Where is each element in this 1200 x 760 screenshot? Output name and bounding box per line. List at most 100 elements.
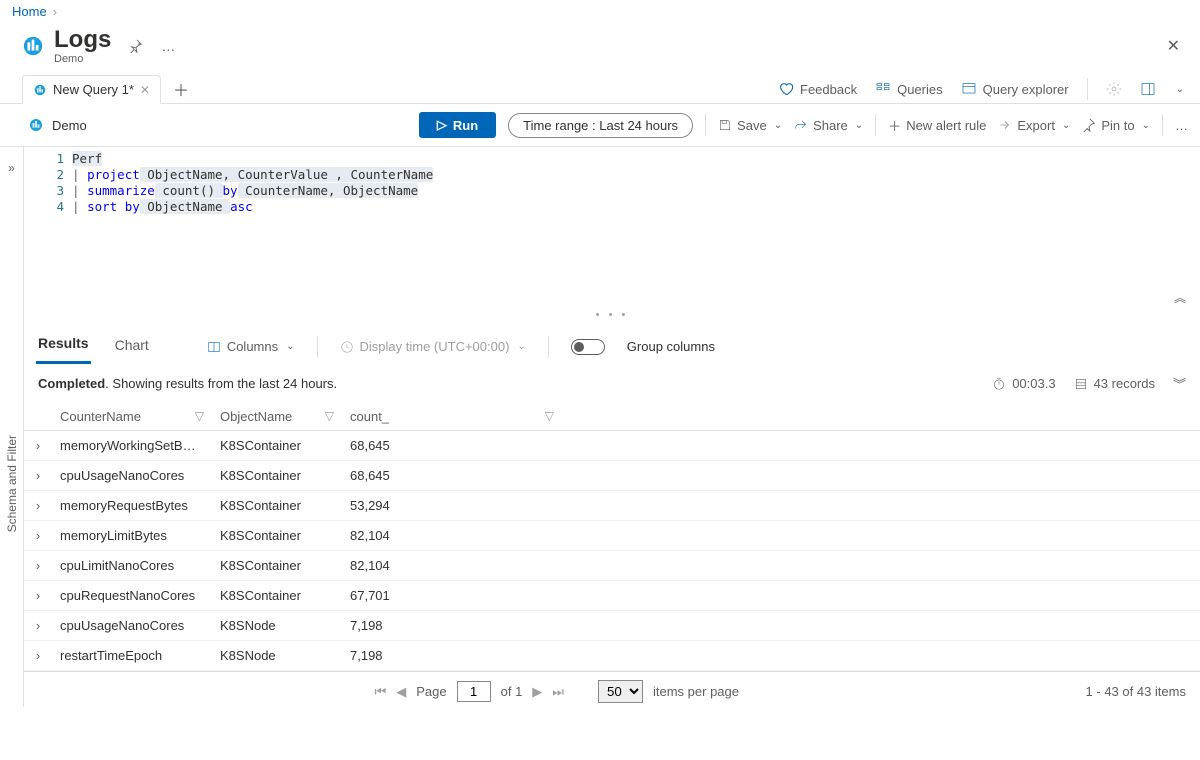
table-row[interactable]: ›restartTimeEpochK8SNode7,198: [24, 641, 1200, 671]
prev-page-button[interactable]: ◀: [396, 684, 406, 700]
add-tab-button[interactable]: ＋: [161, 77, 201, 101]
columns-icon: [207, 340, 221, 354]
table-row[interactable]: ›cpuUsageNanoCoresK8SNode7,198: [24, 611, 1200, 641]
expand-row-button[interactable]: ›: [24, 581, 52, 611]
cell-object: K8SNode: [212, 611, 342, 641]
tab-chart[interactable]: Chart: [113, 331, 151, 363]
export-button[interactable]: Export⌄: [998, 118, 1070, 133]
cell-object: K8SNode: [212, 641, 342, 671]
table-row[interactable]: ›memoryWorkingSetB…K8SContainer68,645: [24, 431, 1200, 461]
table-row[interactable]: ›cpuRequestNanoCoresK8SContainer67,701: [24, 581, 1200, 611]
feedback-button[interactable]: Feedback: [778, 81, 857, 97]
page-of: of 1: [501, 684, 523, 699]
editor-code[interactable]: Perf | project ObjectName, CounterValue …: [72, 147, 1200, 307]
settings-icon[interactable]: [1106, 81, 1122, 97]
time-range-selector[interactable]: Time range : Last 24 hours: [508, 113, 693, 138]
clock-icon: [340, 340, 354, 354]
pin-icon: [1082, 118, 1096, 132]
expand-row-button[interactable]: ›: [24, 431, 52, 461]
share-button[interactable]: Share⌄: [794, 118, 863, 133]
cell-counter: memoryRequestBytes: [52, 491, 212, 521]
close-tab-icon[interactable]: ✕: [140, 83, 150, 97]
logs-icon: [22, 35, 44, 57]
side-rail-label[interactable]: Schema and Filter: [5, 435, 19, 532]
more-icon[interactable]: …: [161, 38, 175, 54]
cell-object: K8SContainer: [212, 581, 342, 611]
breadcrumb-home[interactable]: Home: [12, 4, 47, 19]
record-count: 43 records: [1074, 376, 1155, 391]
column-header-object[interactable]: ObjectName▽: [212, 403, 342, 431]
filter-icon[interactable]: ▽: [195, 409, 204, 423]
columns-button[interactable]: Columns⌄: [207, 339, 295, 354]
expand-row-button[interactable]: ›: [24, 641, 52, 671]
stopwatch-icon: [992, 377, 1006, 391]
page-title: Logs: [54, 27, 111, 53]
group-columns-label: Group columns: [627, 339, 715, 354]
table-row[interactable]: ›memoryLimitBytesK8SContainer82,104: [24, 521, 1200, 551]
next-page-button[interactable]: ▶: [532, 684, 542, 700]
pin-to-button[interactable]: Pin to⌄: [1082, 118, 1150, 133]
new-alert-rule-button[interactable]: ＋ New alert rule: [888, 116, 986, 135]
cell-count: 82,104: [342, 551, 562, 581]
cell-count: 7,198: [342, 641, 562, 671]
expand-row-button[interactable]: ›: [24, 461, 52, 491]
first-page-button[interactable]: ⏮: [375, 684, 387, 700]
column-header-count[interactable]: count_▽: [342, 403, 562, 431]
cell-counter: cpuUsageNanoCores: [52, 461, 212, 491]
query-tab-1[interactable]: New Query 1* ✕: [22, 75, 161, 104]
pin-icon[interactable]: [129, 39, 143, 53]
status-completed: Completed: [38, 376, 105, 391]
splitter-handle[interactable]: • • •: [24, 307, 1200, 321]
page-input[interactable]: [457, 681, 491, 702]
cell-count: 67,701: [342, 581, 562, 611]
tab-results[interactable]: Results: [36, 329, 91, 364]
page-subtitle: Demo: [54, 53, 111, 65]
expand-results-button[interactable]: ︾: [1173, 374, 1186, 393]
display-time-button[interactable]: Display time (UTC+00:00)⌄: [340, 339, 526, 354]
expand-sidebar-button[interactable]: »: [8, 161, 15, 175]
timer-display: 00:03.3: [992, 376, 1055, 391]
heart-icon: [778, 81, 794, 97]
filter-icon[interactable]: ▽: [325, 409, 334, 423]
cell-counter: restartTimeEpoch: [52, 641, 212, 671]
table-row[interactable]: ›memoryRequestBytesK8SContainer53,294: [24, 491, 1200, 521]
chevron-right-icon: ›: [53, 4, 57, 19]
filter-icon[interactable]: ▽: [545, 409, 554, 423]
cell-count: 7,198: [342, 611, 562, 641]
expand-row-button[interactable]: ›: [24, 491, 52, 521]
expand-row-button[interactable]: ›: [24, 611, 52, 641]
scope-name[interactable]: Demo: [52, 118, 87, 133]
group-columns-toggle[interactable]: [571, 339, 605, 355]
column-header-counter[interactable]: CounterName▽: [52, 403, 212, 431]
items-per-page-label: items per page: [653, 684, 739, 699]
queries-button[interactable]: Queries: [875, 81, 943, 97]
run-button[interactable]: ▷ Run: [419, 112, 496, 138]
items-per-page-select[interactable]: 50: [598, 680, 643, 703]
last-page-button[interactable]: ⏭: [552, 684, 564, 700]
expand-row-button[interactable]: ›: [24, 551, 52, 581]
save-button[interactable]: Save⌄: [718, 118, 782, 133]
query-explorer-button[interactable]: Query explorer: [961, 81, 1069, 97]
cell-counter: memoryLimitBytes: [52, 521, 212, 551]
collapse-editor-button[interactable]: ︽: [1174, 289, 1186, 306]
results-table: CounterName▽ ObjectName▽ count_▽ ›memory…: [24, 403, 1200, 671]
cell-object: K8SContainer: [212, 431, 342, 461]
editor-gutter: 1 2 3 4: [24, 147, 72, 307]
query-tab-icon: [33, 83, 47, 97]
queries-icon: [875, 81, 891, 97]
cell-count: 68,645: [342, 431, 562, 461]
table-row[interactable]: ›cpuLimitNanoCoresK8SContainer82,104: [24, 551, 1200, 581]
expand-row-button[interactable]: ›: [24, 521, 52, 551]
table-row[interactable]: ›cpuUsageNanoCoresK8SContainer68,645: [24, 461, 1200, 491]
cell-counter: memoryWorkingSetB…: [52, 431, 212, 461]
panel-right-icon[interactable]: [1140, 81, 1156, 97]
cell-counter: cpuLimitNanoCores: [52, 551, 212, 581]
cell-count: 53,294: [342, 491, 562, 521]
more-icon[interactable]: …: [1175, 118, 1188, 133]
results-status-bar: Completed. Showing results from the last…: [24, 364, 1200, 403]
breadcrumb: Home ›: [0, 0, 1200, 21]
chevron-down-icon[interactable]: ⌄: [1176, 84, 1184, 95]
close-icon[interactable]: ✕: [1159, 36, 1188, 56]
query-editor[interactable]: 1 2 3 4 Perf | project ObjectName, Count…: [24, 147, 1200, 307]
cell-object: K8SContainer: [212, 461, 342, 491]
